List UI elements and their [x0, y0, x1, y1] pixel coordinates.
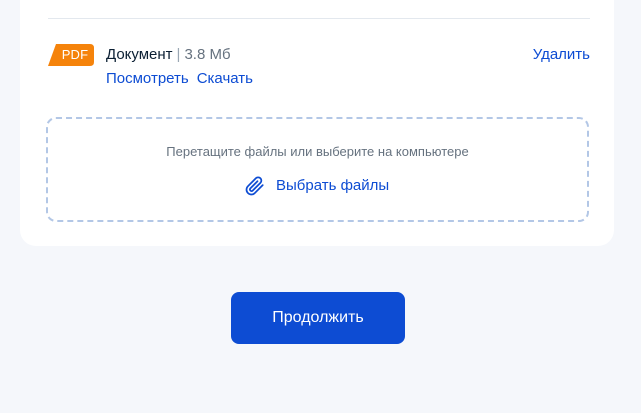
view-file-link[interactable]: Посмотреть: [106, 70, 189, 87]
uploaded-file-row: PDF Документ | 3.8 Мб Посмотреть Скачать Уд…: [48, 44, 590, 92]
file-dropzone[interactable]: Перетащите файлы или выберите на компьют…: [46, 117, 589, 222]
upload-card: PDF Документ | 3.8 Мб Посмотреть Скачать Уд…: [20, 0, 614, 246]
choose-files-label: Выбрать файлы: [276, 177, 390, 194]
file-name: Документ: [106, 46, 173, 63]
choose-files-button[interactable]: Выбрать файлы: [244, 175, 389, 197]
continue-button[interactable]: Продолжить: [231, 292, 405, 344]
file-info: Документ | 3.8 Мб: [106, 45, 231, 65]
download-file-link[interactable]: Скачать: [197, 70, 253, 87]
file-actions: Посмотреть Скачать: [106, 69, 253, 89]
file-info-separator: |: [176, 46, 181, 63]
dropzone-hint: Перетащите файлы или выберите на компьют…: [166, 144, 469, 159]
paperclip-icon: [244, 175, 266, 197]
pdf-badge-label: PDF: [61, 47, 89, 62]
pdf-file-icon: PDF: [48, 44, 94, 66]
divider: [48, 18, 590, 19]
file-size: 3.8 Мб: [184, 46, 231, 63]
delete-file-link[interactable]: Удалить: [533, 45, 590, 65]
